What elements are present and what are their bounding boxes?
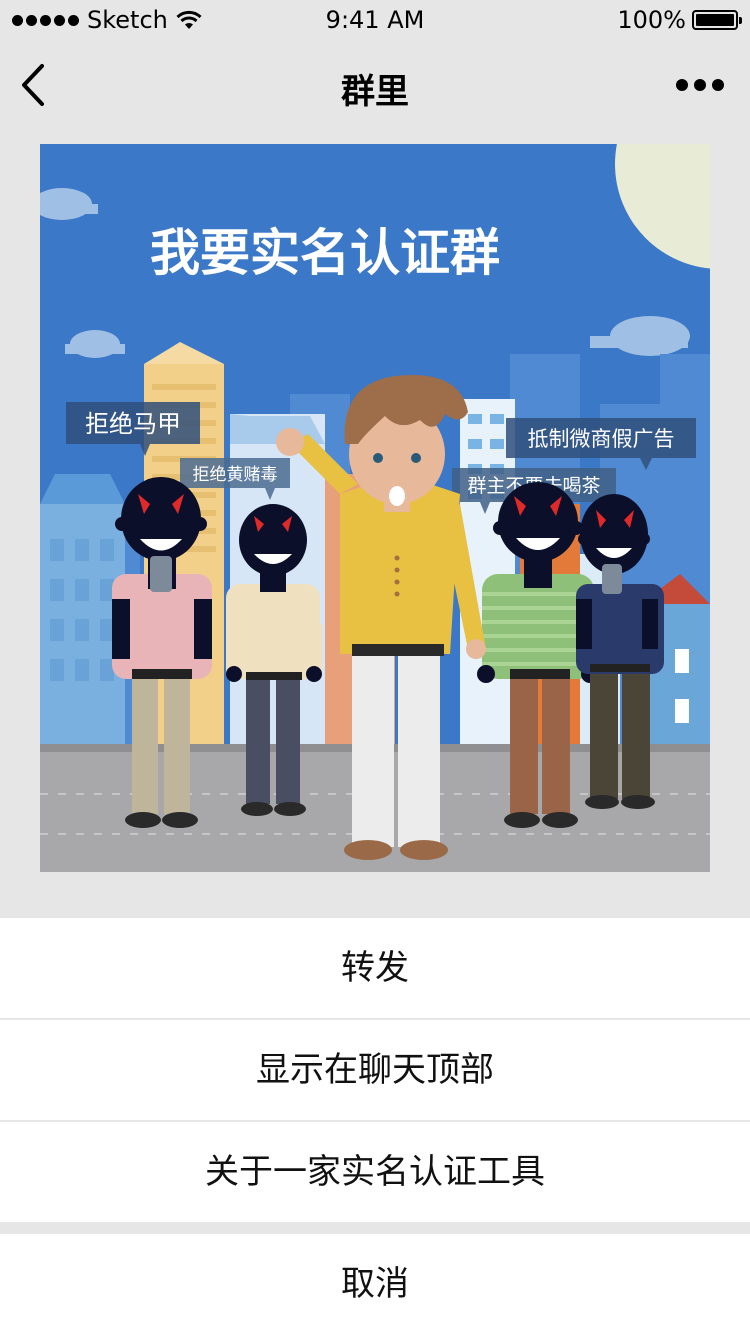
- bubble-label: 拒绝马甲: [85, 410, 181, 438]
- about-tool-button[interactable]: 关于一家实名认证工具: [0, 1122, 750, 1222]
- status-bar: Sketch 9:41 AM 100%: [0, 0, 750, 40]
- cancel-button[interactable]: 取消: [0, 1234, 750, 1334]
- bubble-label: 拒绝黄赌毒: [193, 465, 278, 485]
- poster-image: 我要实名认证群 拒绝马甲 拒绝黄赌毒 抵制微商假广告 群主不要去喝茶: [40, 144, 710, 872]
- more-dots-icon: [676, 79, 688, 91]
- forward-button[interactable]: 转发: [0, 918, 750, 1018]
- action-sheet: 转发 显示在聊天顶部 关于一家实名认证工具 取消: [0, 918, 750, 1334]
- battery-icon: [692, 10, 742, 30]
- poster-headline: 我要实名认证群: [150, 224, 500, 282]
- page-title: 群里: [341, 72, 409, 112]
- poster-illustration: 我要实名认证群 拒绝马甲 拒绝黄赌毒 抵制微商假广告 群主不要去喝茶: [40, 144, 710, 872]
- pin-to-top-button[interactable]: 显示在聊天顶部: [0, 1020, 750, 1120]
- more-button[interactable]: [670, 68, 730, 102]
- bubble-label: 抵制微商假广告: [528, 427, 675, 451]
- nav-bar: 群里: [0, 40, 750, 130]
- status-right: 100%: [617, 6, 742, 34]
- battery-percent: 100%: [617, 6, 686, 34]
